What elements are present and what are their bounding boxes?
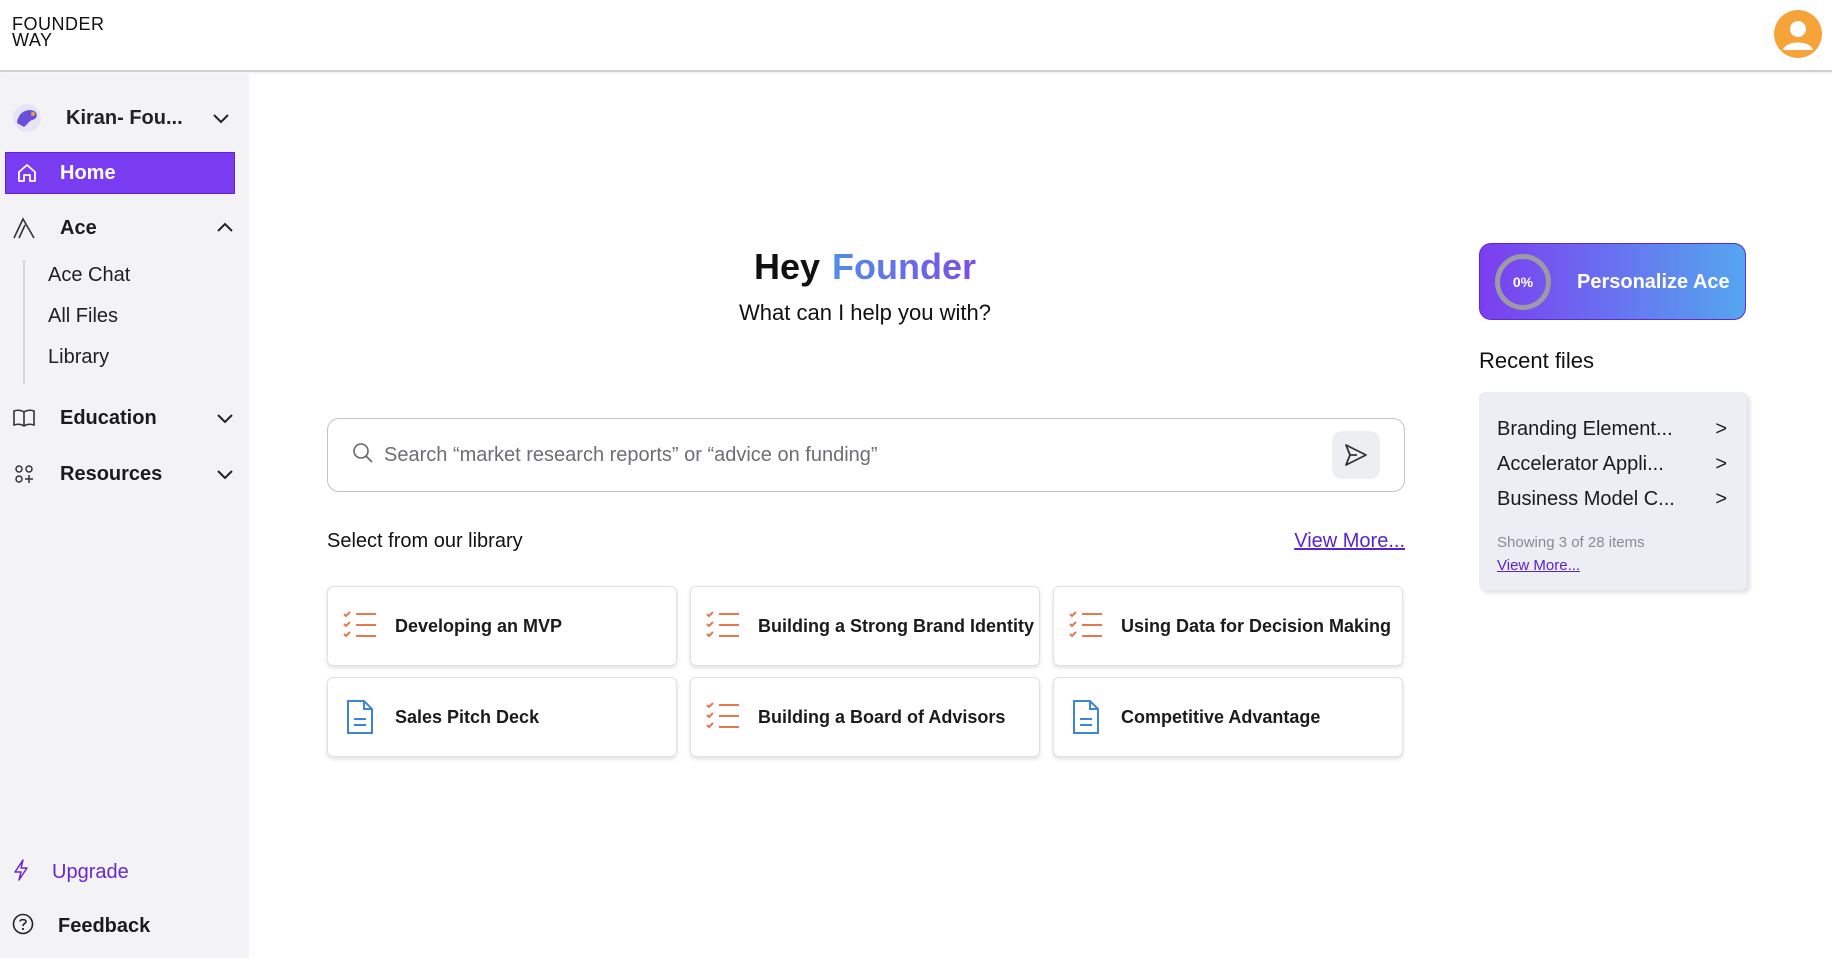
feedback-label: Feedback — [58, 914, 151, 937]
progress-value: 0% — [1512, 274, 1534, 290]
recent-files-panel: Branding Element... > Accelerator Appli.… — [1479, 392, 1747, 590]
send-icon — [1345, 444, 1367, 466]
sidebar-item-education[interactable]: Education — [0, 398, 249, 438]
chevron-up-icon[interactable] — [215, 218, 235, 243]
sidebar-item-label: Education — [60, 406, 157, 429]
lightning-icon — [12, 858, 30, 886]
founderway-logo[interactable]: FOUNDER WAY — [12, 15, 105, 50]
upgrade-button[interactable]: Upgrade — [0, 852, 249, 892]
greeting-hey: Hey — [753, 246, 821, 287]
library-section-title: Select from our library — [327, 530, 523, 552]
document-icon — [1068, 699, 1104, 735]
chevron-right-icon: > — [1715, 418, 1727, 440]
library-card-label: Building a Board of Advisors — [758, 706, 1006, 727]
recent-file-name: Branding Element... — [1497, 418, 1673, 440]
sidebar-item-home[interactable]: Home — [5, 152, 235, 194]
library-card-developing-mvp[interactable]: Developing an MVP — [327, 586, 677, 666]
sidebar-item-label: Ace — [60, 216, 97, 239]
library-card-competitive-advantage[interactable]: Competitive Advantage — [1053, 677, 1403, 757]
checklist-icon — [705, 699, 741, 735]
resources-icon — [12, 462, 36, 486]
sidebar: Kiran- Fou... Home Ace Ace Chat All File… — [0, 74, 249, 958]
user-avatar-icon[interactable] — [1774, 10, 1822, 58]
search-input[interactable] — [384, 443, 1284, 467]
chevron-right-icon: > — [1715, 453, 1727, 475]
chevron-right-icon: > — [1715, 488, 1727, 510]
sidebar-subitem-library[interactable]: Library — [48, 346, 109, 369]
send-button[interactable] — [1332, 431, 1380, 479]
workspace-switcher[interactable]: Kiran- Fou... — [12, 100, 237, 136]
greeting-subtitle: What can I help you with? — [739, 300, 991, 325]
sidebar-item-resources[interactable]: Resources — [0, 454, 249, 494]
book-icon — [12, 406, 36, 430]
checklist-icon — [342, 608, 378, 644]
submenu-divider — [23, 260, 25, 384]
recent-file-item[interactable]: Accelerator Appli... > — [1497, 453, 1737, 476]
sidebar-item-label: Home — [60, 161, 116, 184]
workspace-name: Kiran- Fou... — [66, 106, 183, 129]
sidebar-subitem-all-files[interactable]: All Files — [48, 305, 118, 328]
home-icon — [18, 164, 36, 182]
search-bar — [327, 418, 1405, 492]
checklist-icon — [705, 608, 741, 644]
recent-files-count: Showing 3 of 28 items — [1497, 534, 1645, 551]
library-card-label: Developing an MVP — [395, 615, 563, 636]
recent-file-name: Accelerator Appli... — [1497, 453, 1664, 475]
progress-ring: 0% — [1495, 254, 1551, 310]
library-card-label: Competitive Advantage — [1121, 706, 1321, 727]
greeting-name: Founder — [832, 246, 977, 287]
personalize-ace-button[interactable]: 0% Personalize Ace — [1479, 243, 1746, 320]
workspace-logo-icon — [12, 103, 42, 133]
personalize-label: Personalize Ace — [1577, 271, 1730, 293]
sidebar-item-ace[interactable]: Ace — [0, 208, 249, 248]
library-card-label: Using Data for Decision Making — [1121, 615, 1392, 636]
library-card-brand-identity[interactable]: Building a Strong Brand Identity — [690, 586, 1040, 666]
upgrade-label: Upgrade — [52, 860, 129, 883]
logo-line-2: WAY — [12, 30, 53, 50]
library-view-more-link[interactable]: View More... — [1294, 530, 1405, 553]
chevron-down-icon[interactable] — [215, 408, 235, 433]
library-card-sales-pitch-deck[interactable]: Sales Pitch Deck — [327, 677, 677, 757]
library-card-label: Building a Strong Brand Identity — [758, 615, 1034, 636]
library-card-data-decisions[interactable]: Using Data for Decision Making — [1053, 586, 1403, 666]
ace-icon — [12, 216, 36, 240]
chevron-down-icon[interactable] — [215, 464, 235, 489]
recent-files-title: Recent files — [1479, 348, 1594, 373]
search-icon — [352, 442, 374, 469]
chevron-down-icon[interactable] — [211, 108, 231, 133]
recent-files-view-more-link[interactable]: View More... — [1497, 557, 1580, 574]
recent-file-item[interactable]: Business Model C... > — [1497, 488, 1737, 511]
sidebar-item-label: Resources — [60, 462, 163, 485]
recent-file-item[interactable]: Branding Element... > — [1497, 418, 1737, 441]
library-card-board-advisors[interactable]: Building a Board of Advisors — [690, 677, 1040, 757]
sidebar-subitem-ace-chat[interactable]: Ace Chat — [48, 264, 130, 287]
greeting-heading: Hey Founder — [620, 246, 1110, 288]
top-bar: FOUNDER WAY — [0, 0, 1832, 72]
document-icon — [342, 699, 378, 735]
recent-file-name: Business Model C... — [1497, 488, 1675, 510]
feedback-button[interactable]: Feedback — [0, 906, 249, 946]
checklist-icon — [1068, 608, 1104, 644]
library-card-label: Sales Pitch Deck — [395, 706, 540, 727]
help-circle-icon — [12, 913, 34, 940]
